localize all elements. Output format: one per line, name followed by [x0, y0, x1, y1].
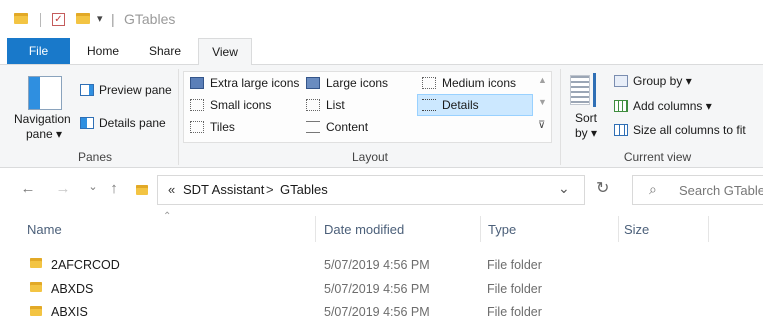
layout-list[interactable]: List [326, 98, 345, 112]
navigation-pane-label[interactable]: pane ▾ [26, 127, 62, 141]
breadcrumb-chevron-icon[interactable]: > [266, 182, 274, 197]
list-item[interactable]: 2AFCRCOD 5/07/2019 4:56 PM File folder [0, 254, 763, 276]
preview-pane-icon [80, 84, 94, 96]
title-bar: ✓ ▾ | GTables [0, 0, 763, 38]
quick-access-dropdown-icon[interactable]: ▾ [97, 12, 103, 25]
list-icon [306, 99, 320, 111]
file-date: 5/07/2019 4:56 PM [324, 305, 430, 319]
folder-icon [14, 13, 28, 24]
file-date: 5/07/2019 4:56 PM [324, 258, 430, 272]
column-header-size[interactable]: Size [624, 222, 649, 237]
breadcrumb-gtables[interactable]: GTables [280, 182, 328, 197]
small-icons-icon [190, 99, 204, 111]
tab-share[interactable]: Share [140, 38, 190, 65]
size-all-columns-button[interactable]: Size all columns to fit [633, 123, 746, 137]
up-arrow-icon[interactable]: ↑ [105, 180, 123, 197]
extra-large-icons-icon [190, 77, 204, 89]
group-divider [178, 69, 179, 165]
medium-icons-icon [422, 77, 436, 89]
layout-scroll-up-icon[interactable]: ▲ [538, 75, 547, 85]
group-by-icon [614, 75, 628, 87]
navigation-pane-button[interactable]: Navigation [14, 112, 71, 126]
list-item[interactable]: ABXDS 5/07/2019 4:56 PM File folder [0, 278, 763, 300]
layout-large-icons[interactable]: Large icons [326, 76, 388, 90]
tab-home[interactable]: Home [78, 38, 128, 65]
sort-by-label[interactable]: by ▾ [575, 126, 597, 140]
layout-medium-icons[interactable]: Medium icons [442, 76, 516, 90]
layout-small-icons[interactable]: Small icons [210, 98, 271, 112]
forward-arrow-icon[interactable]: → [54, 180, 72, 197]
column-header-date-modified[interactable]: Date modified [324, 222, 404, 237]
add-columns-button[interactable]: Add columns ▾ [633, 99, 712, 113]
size-columns-icon [614, 124, 628, 136]
panes-group-label: Panes [77, 150, 113, 164]
new-folder-icon[interactable] [76, 13, 90, 24]
tiles-icon [190, 121, 204, 133]
layout-content[interactable]: Content [326, 120, 368, 134]
folder-icon [30, 282, 42, 292]
refresh-icon[interactable]: ↻ [596, 178, 609, 198]
properties-checkmark-icon[interactable]: ✓ [52, 13, 65, 26]
breadcrumb-sdt-assistant[interactable]: SDT Assistant [183, 182, 264, 197]
folder-icon [30, 258, 42, 268]
file-type: File folder [487, 258, 542, 272]
group-divider-2 [560, 69, 561, 165]
folder-icon [30, 306, 42, 316]
details-pane-button[interactable]: Details pane [99, 116, 166, 130]
column-header-type[interactable]: Type [488, 222, 516, 237]
list-item[interactable]: ABXIS 5/07/2019 4:56 PM File folder [0, 302, 763, 320]
column-divider[interactable] [708, 216, 709, 242]
current-view-group-label: Current view [623, 150, 692, 164]
column-header-name[interactable]: Name [27, 222, 62, 237]
address-dropdown-icon[interactable]: ⌄ [558, 180, 570, 197]
layout-group-label: Layout [351, 150, 389, 164]
file-type: File folder [487, 282, 542, 296]
address-folder-icon [136, 185, 148, 195]
layout-tiles[interactable]: Tiles [210, 120, 235, 134]
large-icons-icon [306, 77, 320, 89]
details-icon [422, 99, 436, 111]
search-box[interactable]: ⌕ Search GTables [632, 175, 763, 205]
window-title: GTables [124, 11, 176, 27]
layout-extra-large-icons[interactable]: Extra large icons [210, 76, 299, 90]
layout-scroll-down-icon[interactable]: ▼ [538, 97, 547, 107]
title-separator [40, 13, 41, 27]
sort-by-icon[interactable] [570, 73, 598, 107]
column-divider[interactable] [618, 216, 619, 242]
file-name[interactable]: ABXIS [51, 305, 88, 319]
tab-file[interactable]: File [7, 38, 70, 65]
file-date: 5/07/2019 4:56 PM [324, 282, 430, 296]
back-arrow-icon[interactable]: ← [19, 180, 37, 197]
file-name[interactable]: ABXDS [51, 282, 93, 296]
column-divider[interactable] [480, 216, 481, 242]
sort-ascending-icon: ⌃ [163, 211, 172, 222]
breadcrumb-overflow[interactable]: « [168, 182, 175, 197]
file-type: File folder [487, 305, 542, 319]
sort-by-button[interactable]: Sort [575, 111, 597, 125]
layout-details[interactable]: Details [442, 98, 479, 112]
preview-pane-button[interactable]: Preview pane [99, 83, 172, 97]
column-divider[interactable] [315, 216, 316, 242]
add-columns-icon [614, 100, 628, 112]
address-bar[interactable]: « SDT Assistant > GTables ⌄ [136, 175, 585, 205]
navigation-pane-icon[interactable] [28, 76, 62, 110]
details-pane-icon [80, 117, 94, 129]
ribbon: Navigation pane ▾ Preview pane Details p… [0, 64, 763, 168]
layout-expand-icon[interactable]: ⊽ [538, 120, 545, 131]
search-placeholder[interactable]: Search GTables [679, 183, 763, 198]
title-pipe: | [111, 11, 115, 27]
tab-view[interactable]: View [198, 38, 252, 65]
content-icon [306, 121, 320, 133]
search-icon: ⌕ [649, 181, 657, 197]
group-by-button[interactable]: Group by ▾ [633, 74, 692, 88]
file-name[interactable]: 2AFCRCOD [51, 258, 120, 272]
recent-chevron-icon[interactable]: ⌄ [84, 180, 102, 193]
